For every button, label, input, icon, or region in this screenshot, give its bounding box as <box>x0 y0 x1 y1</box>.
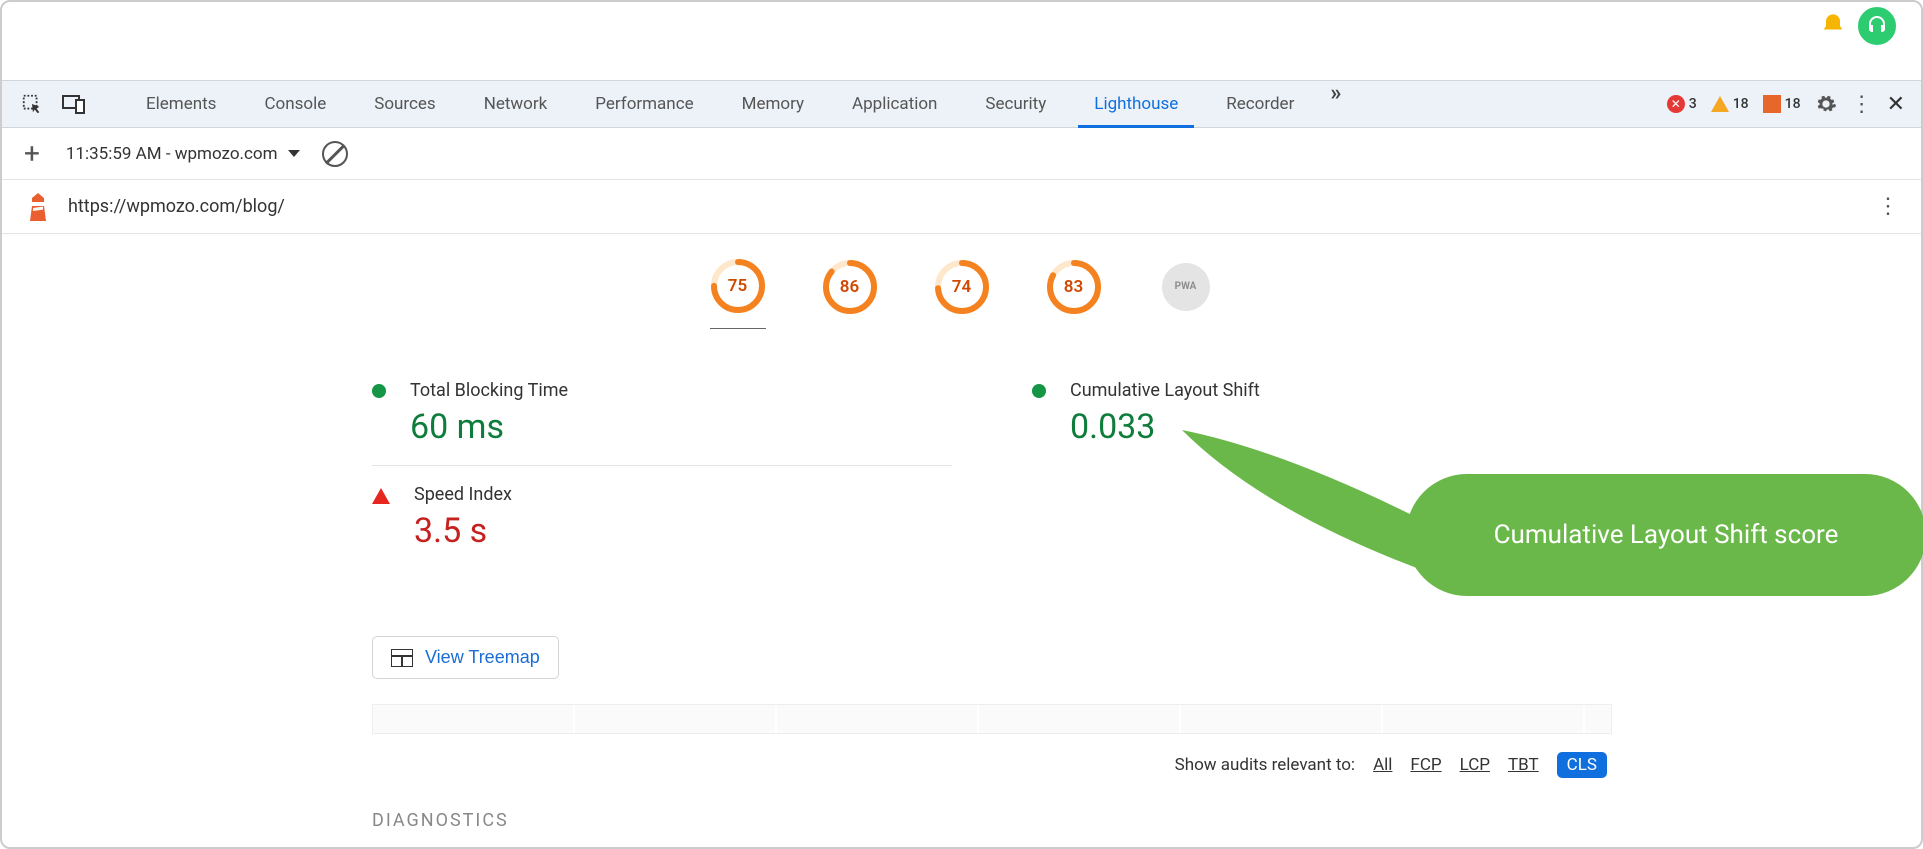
more-icon[interactable]: ⋮ <box>1851 92 1873 117</box>
tab-memory[interactable]: Memory <box>718 81 828 127</box>
tab-elements[interactable]: Elements <box>122 81 240 127</box>
settings-icon[interactable] <box>1815 93 1837 115</box>
filter-cls[interactable]: CLS <box>1557 752 1607 778</box>
tabs-overflow-icon[interactable]: » <box>1330 81 1341 127</box>
status-good-icon <box>372 384 386 398</box>
report-selector-label: 11:35:59 AM - wpmozo.com <box>66 144 278 164</box>
warning-count-value: 18 <box>1733 96 1749 112</box>
status-good-icon <box>1032 384 1046 398</box>
issue-count[interactable]: 18 <box>1763 95 1801 113</box>
report-menu-icon[interactable]: ⋮ <box>1877 194 1899 219</box>
tab-recorder[interactable]: Recorder <box>1202 81 1318 127</box>
url-bar: https://wpmozo.com/blog/ ⋮ <box>2 180 1921 234</box>
tab-network[interactable]: Network <box>460 81 572 127</box>
devtools-toolbar: Elements Console Sources Network Perform… <box>2 80 1921 128</box>
tab-lighthouse[interactable]: Lighthouse <box>1070 81 1202 127</box>
error-count[interactable]: ✕ 3 <box>1667 95 1697 113</box>
metric-value: 3.5 s <box>414 511 512 551</box>
filter-tbt[interactable]: TBT <box>1508 755 1539 775</box>
gauge-score: 75 <box>710 258 766 314</box>
metric-label: Total Blocking Time <box>410 380 568 401</box>
avatar[interactable] <box>1853 2 1901 50</box>
gauge-pwa[interactable]: PWA <box>1158 259 1214 329</box>
issue-count-value: 18 <box>1785 96 1801 112</box>
gauge-score: 74 <box>934 259 990 315</box>
diagnostics-heading: DIAGNOSTICS <box>372 810 509 831</box>
inspect-icon[interactable] <box>18 90 46 118</box>
error-count-value: 3 <box>1689 96 1697 112</box>
tab-console[interactable]: Console <box>240 81 350 127</box>
tab-performance[interactable]: Performance <box>571 81 717 127</box>
report-url: https://wpmozo.com/blog/ <box>68 196 285 217</box>
lighthouse-logo-icon <box>24 193 52 221</box>
warning-icon <box>1711 96 1729 112</box>
gauge-performance[interactable]: 75 <box>710 258 766 329</box>
view-treemap-button[interactable]: View Treemap <box>372 636 559 679</box>
gauge-seo[interactable]: 83 <box>1046 259 1102 329</box>
annotation-text: Cumulative Layout Shift score <box>1494 520 1839 550</box>
lighthouse-subbar: + 11:35:59 AM - wpmozo.com <box>2 128 1921 180</box>
warning-count[interactable]: 18 <box>1711 96 1749 112</box>
score-gauges: 75 86 74 83 PWA <box>710 258 1214 329</box>
annotation-callout: Cumulative Layout Shift score <box>1406 474 1923 596</box>
caret-down-icon <box>288 150 300 157</box>
filter-all[interactable]: All <box>1373 755 1392 775</box>
audit-filters: Show audits relevant to: All FCP LCP TBT… <box>1175 752 1607 778</box>
audit-filter-label: Show audits relevant to: <box>1175 755 1355 775</box>
screenshot-filmstrip[interactable] <box>372 704 1612 734</box>
report-selector[interactable]: 11:35:59 AM - wpmozo.com <box>66 144 300 164</box>
view-treemap-label: View Treemap <box>425 647 540 668</box>
tab-sources[interactable]: Sources <box>350 81 459 127</box>
device-toggle-icon[interactable] <box>60 90 88 118</box>
notification-bell-icon <box>1819 12 1847 40</box>
error-icon: ✕ <box>1667 95 1685 113</box>
gauge-best-practices[interactable]: 74 <box>934 259 990 329</box>
metric-value: 60 ms <box>410 407 568 447</box>
close-devtools-icon[interactable]: ✕ <box>1887 92 1905 117</box>
gauge-score: PWA <box>1158 259 1214 315</box>
gauge-score: 86 <box>822 259 878 315</box>
gauge-accessibility[interactable]: 86 <box>822 259 878 329</box>
clear-report-button[interactable] <box>322 141 348 167</box>
new-report-button[interactable]: + <box>24 137 40 170</box>
status-bad-icon <box>372 488 390 504</box>
tab-application[interactable]: Application <box>828 81 961 127</box>
metric-label: Cumulative Layout Shift <box>1070 380 1260 401</box>
filter-fcp[interactable]: FCP <box>1410 755 1441 775</box>
issue-icon <box>1763 95 1781 113</box>
headset-icon <box>1865 14 1889 38</box>
filter-lcp[interactable]: LCP <box>1460 755 1490 775</box>
metric-tbt[interactable]: Total Blocking Time 60 ms <box>372 362 952 465</box>
metric-speed-index[interactable]: Speed Index 3.5 s <box>372 465 952 569</box>
metric-label: Speed Index <box>414 484 512 505</box>
gauge-score: 83 <box>1046 259 1102 315</box>
tab-security[interactable]: Security <box>961 81 1070 127</box>
treemap-icon <box>391 649 413 667</box>
